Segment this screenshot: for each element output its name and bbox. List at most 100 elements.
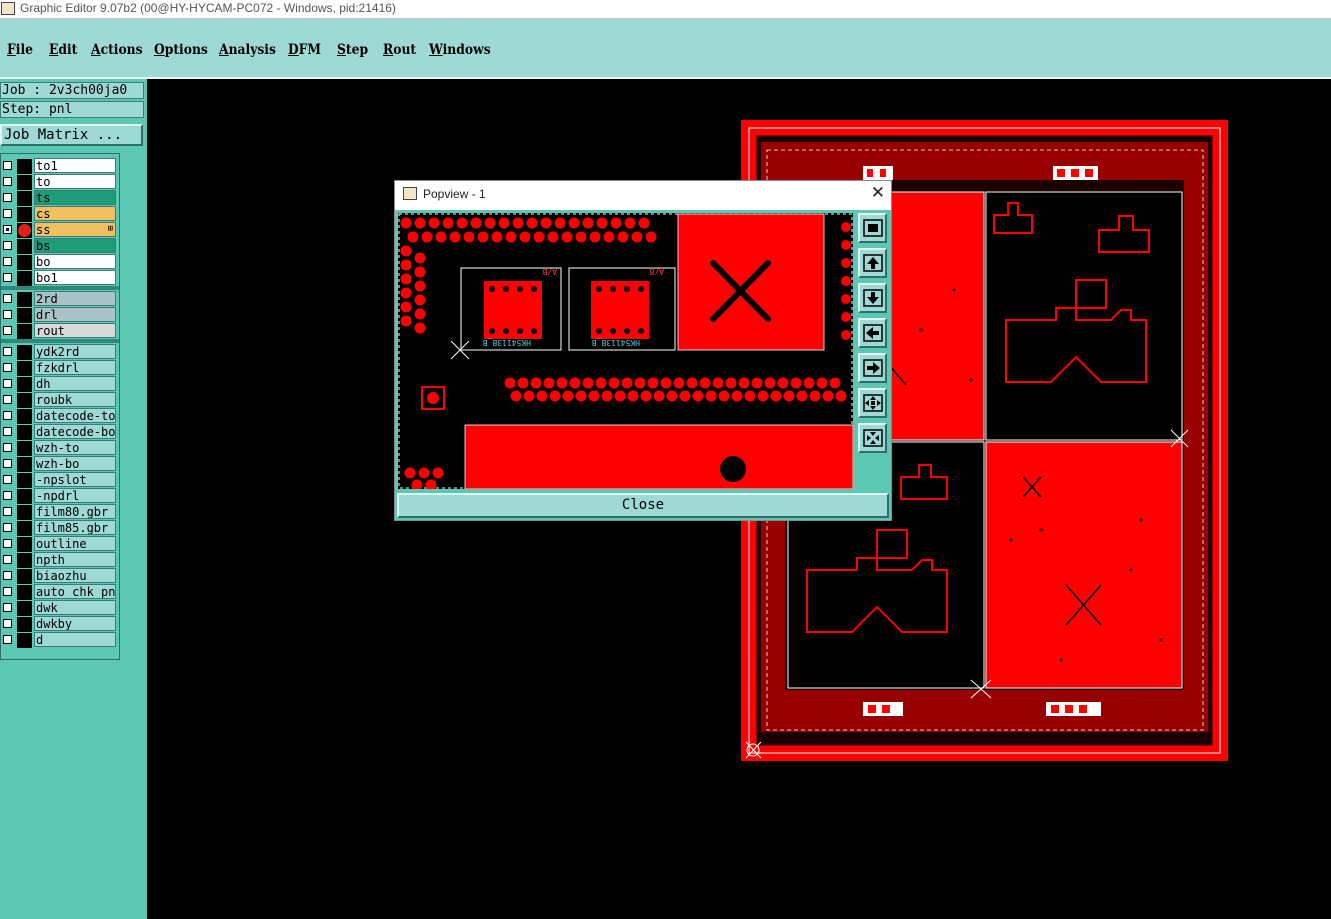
layer-name[interactable]: dwk: [34, 600, 116, 615]
layer-name[interactable]: auto_chk_pnl: [34, 584, 116, 599]
layer-name[interactable]: wzh-to: [34, 440, 116, 455]
layer-checkbox[interactable]: [3, 475, 12, 484]
layer-name[interactable]: npth: [34, 552, 116, 567]
layer-row[interactable]: rout: [1, 323, 119, 339]
layer-name[interactable]: drl: [34, 307, 116, 322]
layer-color-swatch[interactable]: [17, 377, 32, 392]
layer-name[interactable]: to1: [34, 158, 116, 173]
layer-row[interactable]: datecode-bo: [1, 424, 119, 440]
layer-color-swatch[interactable]: [17, 207, 32, 222]
layer-name[interactable]: 2rd: [34, 291, 116, 306]
layer-checkbox[interactable]: [3, 395, 12, 404]
layer-checkbox[interactable]: [3, 177, 12, 186]
layer-checkbox[interactable]: [3, 587, 12, 596]
layer-row[interactable]: wzh-to: [1, 440, 119, 456]
layer-row[interactable]: npth: [1, 552, 119, 568]
layer-checkbox[interactable]: [3, 310, 12, 319]
layer-color-swatch[interactable]: [17, 409, 32, 424]
layer-checkbox[interactable]: [3, 273, 12, 282]
menu-file[interactable]: File: [7, 42, 33, 58]
layer-name[interactable]: film80.gbr: [34, 504, 116, 519]
layer-name[interactable]: rout: [34, 323, 116, 338]
layer-checkbox[interactable]: [3, 411, 12, 420]
layer-color-swatch[interactable]: [17, 441, 32, 456]
layer-row[interactable]: bo: [1, 254, 119, 270]
menu-dfm[interactable]: DFM: [288, 42, 321, 58]
layer-name[interactable]: ts: [34, 190, 116, 205]
layer-row[interactable]: drl: [1, 307, 119, 323]
layer-row[interactable]: film80.gbr: [1, 504, 119, 520]
layer-row[interactable]: ts: [1, 190, 119, 206]
layer-name[interactable]: fzkdrl: [34, 360, 116, 375]
layer-row[interactable]: bo1: [1, 270, 119, 286]
layer-checkbox[interactable]: [3, 193, 12, 202]
layer-color-swatch[interactable]: [17, 473, 32, 488]
layer-color-swatch[interactable]: [17, 239, 32, 254]
layer-row[interactable]: -npslot: [1, 472, 119, 488]
layer-color-swatch[interactable]: [17, 601, 32, 616]
pan-right-button[interactable]: [858, 353, 887, 383]
layer-row[interactable]: biaozhu: [1, 568, 119, 584]
layer-name[interactable]: bo1: [34, 270, 116, 285]
layer-color-swatch[interactable]: [17, 191, 32, 206]
layer-name[interactable]: d: [34, 632, 116, 647]
layer-checkbox[interactable]: [3, 209, 12, 218]
layer-row[interactable]: film85.gbr: [1, 520, 119, 536]
layer-checkbox[interactable]: [3, 619, 12, 628]
layer-color-swatch[interactable]: [17, 617, 32, 632]
layer-name[interactable]: datecode-bo: [34, 424, 116, 439]
layer-checkbox[interactable]: [3, 523, 12, 532]
layer-checkbox[interactable]: [3, 459, 12, 468]
layer-color-swatch[interactable]: [17, 159, 32, 174]
layer-checkbox[interactable]: [3, 326, 12, 335]
layer-row[interactable]: dwk: [1, 600, 119, 616]
layer-color-swatch[interactable]: [17, 292, 32, 307]
layer-row[interactable]: ydk2rd: [1, 344, 119, 360]
layer-row[interactable]: roubk: [1, 392, 119, 408]
layer-row[interactable]: d: [1, 632, 119, 648]
zoom-out-button[interactable]: [858, 423, 887, 453]
menu-rout[interactable]: Rout: [383, 42, 416, 58]
popview-close-icon[interactable]: ✕: [871, 183, 885, 203]
layer-color-swatch[interactable]: [17, 308, 32, 323]
layer-row[interactable]: fzkdrl: [1, 360, 119, 376]
layer-color-swatch[interactable]: [17, 521, 32, 536]
layer-row[interactable]: ss ⊞: [1, 222, 119, 238]
layer-color-swatch[interactable]: [17, 425, 32, 440]
layer-color-swatch[interactable]: [17, 489, 32, 504]
layer-color-swatch[interactable]: [17, 553, 32, 568]
layer-name[interactable]: wzh-bo: [34, 456, 116, 471]
layer-name[interactable]: biaozhu: [34, 568, 116, 583]
layer-name[interactable]: to: [34, 174, 116, 189]
layer-color-swatch[interactable]: [17, 585, 32, 600]
layer-checkbox[interactable]: [3, 571, 12, 580]
layer-name[interactable]: ss ⊞: [34, 222, 116, 237]
layer-checkbox[interactable]: [3, 294, 12, 303]
layer-color-swatch[interactable]: [17, 569, 32, 584]
layer-color-swatch[interactable]: [17, 175, 32, 190]
popview-canvas[interactable]: HK54113B_B HK54113B_B A/B A/B: [398, 213, 853, 489]
layer-name[interactable]: dwkby: [34, 616, 116, 631]
layer-row[interactable]: to: [1, 174, 119, 190]
layer-row[interactable]: outline: [1, 536, 119, 552]
popview-titlebar[interactable]: Popview - 1 ✕: [395, 181, 891, 210]
layer-color-swatch[interactable]: [17, 393, 32, 408]
layer-row[interactable]: auto_chk_pnl: [1, 584, 119, 600]
layer-row[interactable]: bs: [1, 238, 119, 254]
layer-checkbox[interactable]: [3, 161, 12, 170]
layer-checkbox[interactable]: [3, 241, 12, 250]
layer-name[interactable]: ydk2rd: [34, 344, 116, 359]
layer-name[interactable]: bs: [34, 238, 116, 253]
layer-name[interactable]: cs: [34, 206, 116, 221]
layer-color-swatch[interactable]: [17, 324, 32, 339]
layer-color-swatch[interactable]: [17, 255, 32, 270]
layer-color-swatch[interactable]: [17, 633, 32, 648]
layer-color-swatch[interactable]: [17, 457, 32, 472]
pan-left-button[interactable]: [858, 318, 887, 348]
pan-up-button[interactable]: [858, 248, 887, 278]
menu-actions[interactable]: Actions: [91, 42, 143, 58]
layer-row[interactable]: cs: [1, 206, 119, 222]
layer-name[interactable]: film85.gbr: [34, 520, 116, 535]
menu-analysis[interactable]: Analysis: [219, 42, 276, 58]
layer-checkbox[interactable]: [3, 427, 12, 436]
